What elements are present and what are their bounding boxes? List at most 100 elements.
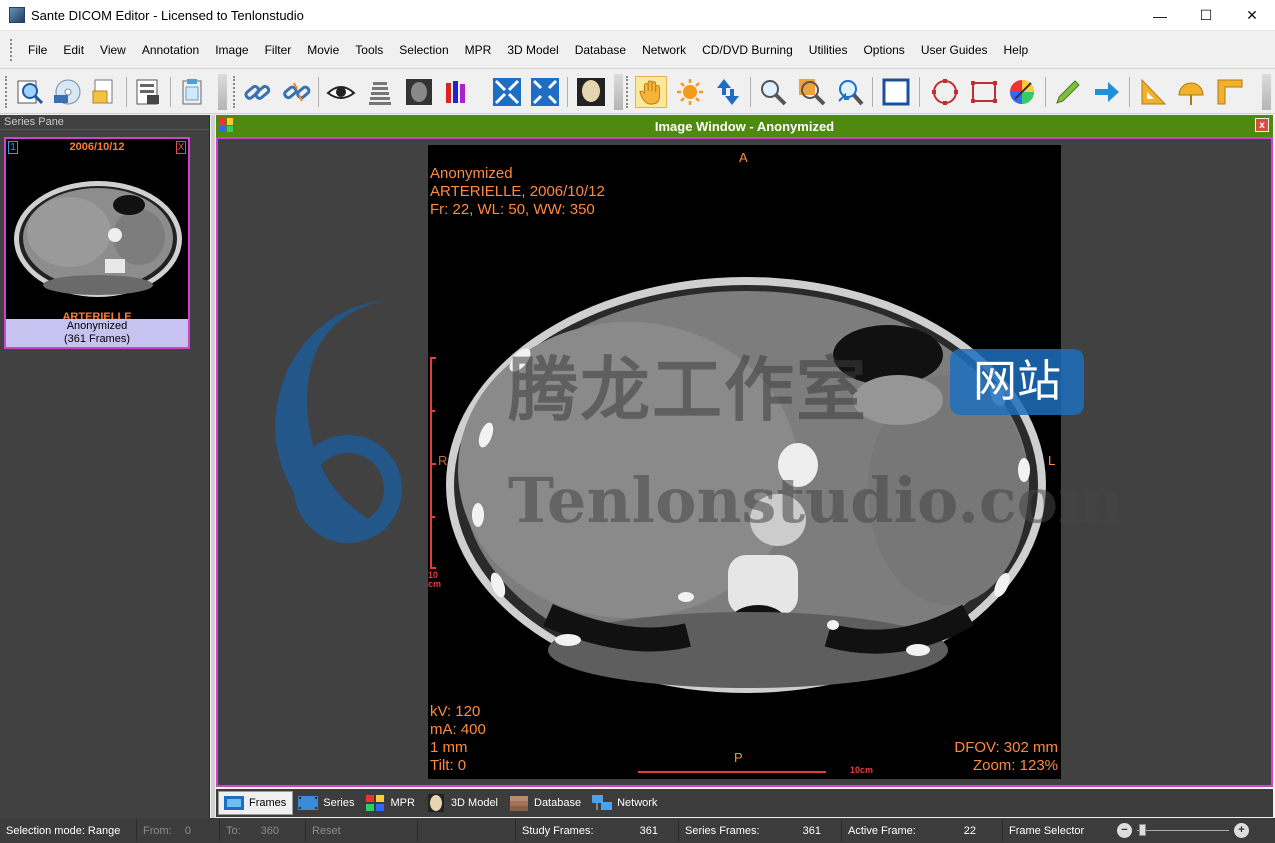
- rectangle-roi-button[interactable]: [968, 76, 1000, 108]
- menu-bar: File Edit View Annotation Image Filter M…: [0, 31, 1275, 69]
- select-rectangle-button[interactable]: [880, 76, 912, 108]
- status-active-frame-value: 22: [963, 824, 976, 837]
- minimize-button[interactable]: —: [1137, 0, 1183, 31]
- stack-button[interactable]: [364, 76, 396, 108]
- menu-image[interactable]: Image: [207, 40, 256, 60]
- zoom-region-button[interactable]: [796, 76, 828, 108]
- fit-window-button[interactable]: [491, 76, 523, 108]
- status-active-frame: Active Frame: 22: [842, 820, 1003, 841]
- menu-utilities[interactable]: Utilities: [801, 40, 856, 60]
- tab-frames[interactable]: Frames: [218, 791, 294, 815]
- toolbar-separator: [750, 77, 751, 107]
- tab-3d-model[interactable]: 3D Model: [421, 791, 504, 815]
- tab-mpr[interactable]: MPR: [360, 791, 420, 815]
- menu-annotation[interactable]: Annotation: [134, 40, 207, 60]
- menu-network[interactable]: Network: [634, 40, 694, 60]
- actual-size-button[interactable]: [529, 76, 561, 108]
- window-level-button[interactable]: [674, 76, 706, 108]
- view-button[interactable]: [325, 76, 357, 108]
- series-thumbnail[interactable]: 1 2006/10/12 X ARTERIELLE Anonymized (36…: [4, 137, 190, 349]
- sun-icon: [677, 79, 703, 105]
- menu-view[interactable]: View: [92, 40, 134, 60]
- ct-scan-image: [446, 277, 1046, 693]
- status-from: From: 0: [137, 820, 220, 841]
- link-button[interactable]: [241, 76, 273, 108]
- maximize-button[interactable]: ☐: [1183, 0, 1229, 31]
- zoom-button[interactable]: [757, 76, 789, 108]
- cobb-angle-button[interactable]: [1214, 76, 1246, 108]
- angle-button[interactable]: [1137, 76, 1169, 108]
- zoom-out-icon[interactable]: −: [1117, 823, 1132, 838]
- toolbar-end[interactable]: [614, 74, 623, 110]
- link-icon: [244, 84, 271, 100]
- thumbnail-patient: Anonymized: [66, 320, 128, 332]
- tab-network[interactable]: Network: [587, 791, 663, 815]
- toolbar-end[interactable]: [218, 74, 227, 110]
- color-picker-button[interactable]: [1006, 76, 1038, 108]
- menu-selection[interactable]: Selection: [391, 40, 456, 60]
- thumbnail-close-button[interactable]: X: [176, 141, 186, 154]
- toolbar: [0, 70, 1275, 114]
- ellipse-roi-button[interactable]: [929, 76, 961, 108]
- status-from-value[interactable]: 0: [185, 825, 191, 837]
- menu-edit[interactable]: Edit: [55, 40, 92, 60]
- orientation-right: R: [438, 453, 448, 468]
- triangle-ruler-icon: [1141, 78, 1167, 105]
- frame-slider-thumb[interactable]: [1139, 824, 1146, 836]
- image-window-grid-icon[interactable]: [219, 118, 233, 132]
- menu-user-guides[interactable]: User Guides: [913, 40, 996, 60]
- toolbar-grip[interactable]: [5, 76, 9, 108]
- network-icon: [592, 795, 613, 810]
- save-button[interactable]: [132, 76, 164, 108]
- toolbar-grip[interactable]: [626, 76, 630, 108]
- color-map-button[interactable]: [441, 76, 473, 108]
- status-active-frame-label: Active Frame:: [848, 824, 916, 837]
- menu-file[interactable]: File: [20, 40, 55, 60]
- status-to-value[interactable]: 360: [261, 825, 279, 837]
- menu-cd-dvd-burning[interactable]: CD/DVD Burning: [694, 40, 801, 60]
- toolbar-separator: [1129, 77, 1130, 107]
- clipboard-icon: [182, 79, 202, 105]
- frame-selector-slider[interactable]: − +: [1117, 820, 1251, 841]
- color-wheel-icon: [1010, 80, 1034, 104]
- frame-slider-track[interactable]: [1137, 830, 1229, 831]
- protractor-button[interactable]: [1175, 76, 1207, 108]
- tab-database[interactable]: Database: [504, 791, 587, 815]
- 3d-view-button[interactable]: [575, 76, 607, 108]
- zoom-in-icon[interactable]: +: [1234, 823, 1249, 838]
- image-viewport[interactable]: Anonymized ARTERIELLE, 2006/10/12 Fr: 22…: [216, 137, 1273, 787]
- menu-3d-model[interactable]: 3D Model: [499, 40, 566, 60]
- menu-help[interactable]: Help: [996, 40, 1037, 60]
- rectangle-roi-icon: [971, 81, 997, 103]
- head-scan-button[interactable]: [403, 76, 435, 108]
- open-file-button[interactable]: [14, 76, 46, 108]
- menu-movie[interactable]: Movie: [299, 40, 347, 60]
- menu-database[interactable]: Database: [567, 40, 634, 60]
- close-window-button[interactable]: ✕: [1229, 0, 1275, 31]
- unlink-button[interactable]: [280, 76, 312, 108]
- arrow-annotation-button[interactable]: [1091, 76, 1123, 108]
- ct-image-frame[interactable]: Anonymized ARTERIELLE, 2006/10/12 Fr: 22…: [428, 145, 1061, 779]
- overlay-slice-thickness: 1 mm: [430, 739, 468, 756]
- pencil-button[interactable]: [1052, 76, 1084, 108]
- menu-options[interactable]: Options: [855, 40, 912, 60]
- status-reset-button[interactable]: Reset: [306, 820, 418, 841]
- status-study-frames-value: 361: [639, 824, 658, 837]
- magnifier-glass-button[interactable]: [834, 76, 866, 108]
- menu-filter[interactable]: Filter: [257, 40, 300, 60]
- open-cd-button[interactable]: [51, 76, 83, 108]
- toolbar-end[interactable]: [1262, 74, 1271, 110]
- menu-grip[interactable]: [10, 38, 14, 61]
- toolbar-grip[interactable]: [233, 76, 237, 108]
- image-window-close-button[interactable]: x: [1255, 118, 1269, 132]
- pane-splitter[interactable]: [211, 115, 215, 818]
- open-dicomdir-button[interactable]: [88, 76, 120, 108]
- pan-tool-button[interactable]: [635, 76, 667, 108]
- watermark-badge: 网站: [950, 349, 1084, 415]
- title-bar: Sante DICOM Editor - Licensed to Tenlons…: [0, 0, 1275, 31]
- tab-series[interactable]: Series: [293, 791, 360, 815]
- menu-mpr[interactable]: MPR: [457, 40, 500, 60]
- copy-button[interactable]: [176, 76, 208, 108]
- menu-tools[interactable]: Tools: [347, 40, 391, 60]
- scroll-frames-button[interactable]: [712, 76, 744, 108]
